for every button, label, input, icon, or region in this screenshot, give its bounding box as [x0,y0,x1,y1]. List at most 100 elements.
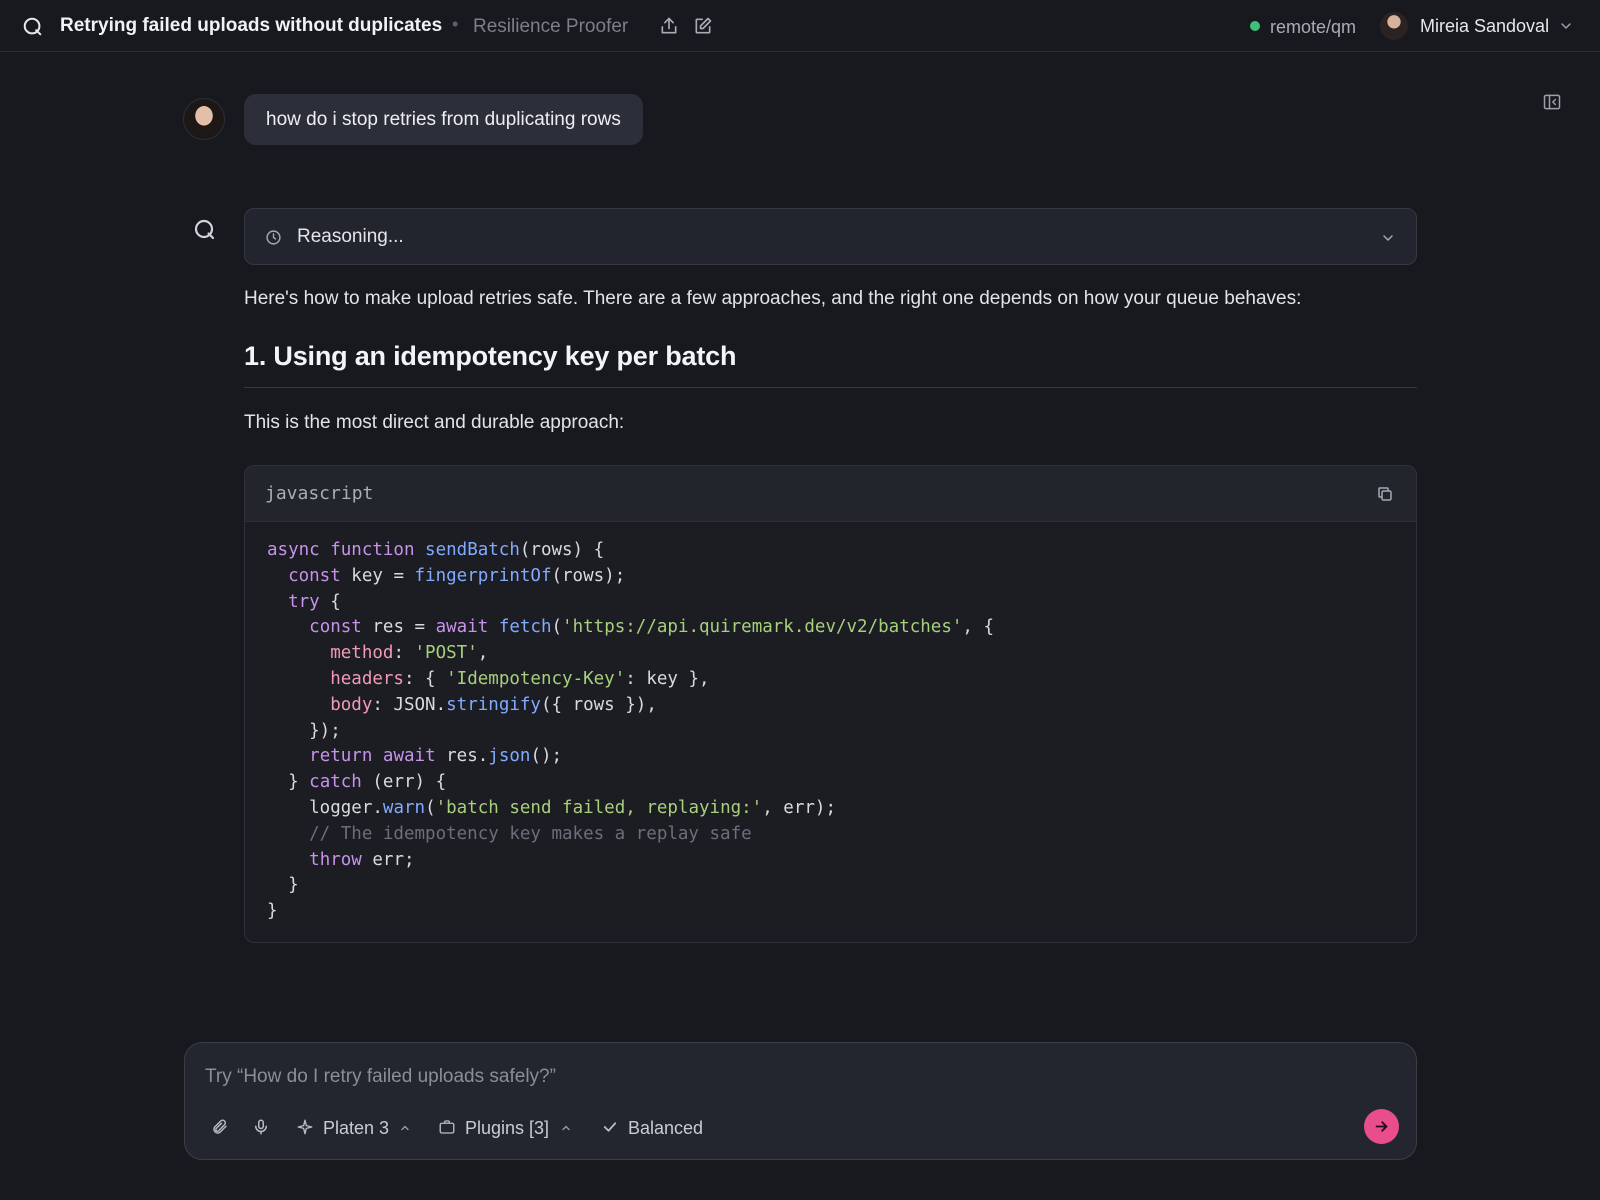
clock-icon [265,229,282,246]
user-avatar [183,98,225,140]
edit-icon[interactable] [693,16,713,36]
code-token: 'POST' [414,643,478,664]
code-token: { [330,591,341,612]
code-line: const res = await fetch('https://api.qui… [267,615,1406,641]
composer: Platen 3 Plugins [3] Balanced [184,1042,1417,1160]
code-token: function [330,540,426,560]
code-line: method: 'POST', [267,641,1406,667]
arrow-right-icon [1375,1121,1388,1132]
plugins-selector[interactable]: Plugins [3] [438,1116,578,1140]
code-token: async [267,540,331,560]
code-token: await [435,617,499,638]
code-token: } [267,772,310,793]
copy-icon[interactable] [1376,485,1394,503]
assistant-intro-text: Here's how to make upload retries safe. … [244,288,1302,309]
code-token: , [477,643,489,664]
code-token: 'Idempotency-Key' [446,668,626,689]
heading-divider [244,387,1417,388]
code-token: }); [267,720,341,741]
code-token: (rows); [551,565,626,586]
code-line: } catch (err) { [267,770,1406,796]
code-token: stringify [446,694,541,715]
code-line: const key = fingerprintOf(rows); [267,564,1406,590]
code-token: logger. [267,797,383,818]
paperclip-icon[interactable] [211,1116,231,1140]
chevron-down-icon [1558,18,1574,34]
code-token: sendBatch [425,540,520,560]
code-token: : { [403,668,447,689]
code-line: headers: { 'Idempotency-Key': key }, [267,667,1406,693]
reasoning-label: Reasoning... [297,226,404,247]
code-line: } [267,873,1406,899]
mode-selector[interactable]: Balanced [601,1116,711,1140]
code-token: err; [372,849,415,870]
chevron-up-icon [401,1125,409,1131]
conversation-title: Retrying failed uploads without duplicat… [60,15,443,36]
code-token: body [330,694,373,715]
share-icon[interactable] [659,16,679,36]
code-token: json [488,746,531,767]
project-name[interactable]: Resilience Proofer [473,16,628,38]
code-header: javascript [245,466,1416,522]
code-line: try { [267,590,1406,616]
code-token: throw [309,849,373,870]
remote-label: remote/qm [1270,17,1357,37]
code-line: throw err; [267,848,1406,874]
code-token: : [393,643,415,664]
user-name: Mireia Sandoval [1420,16,1550,36]
message-input[interactable] [205,1063,1305,1091]
code-token: (); [530,746,563,767]
code-token: return [309,746,383,767]
code-token: , err); [762,797,836,818]
code-line: async function sendBatch(rows) { [267,538,1406,564]
code-token: (rows) { [519,540,605,560]
code-line: }); [267,719,1406,745]
mode-label: Balanced [628,1118,704,1138]
model-selector[interactable]: Platen 3 [296,1116,416,1140]
reasoning-toggle[interactable]: Reasoning... [244,208,1417,265]
code-token: , { [962,617,995,638]
code-token: method [330,643,394,664]
top-bar: Retrying failed uploads without duplicat… [0,0,1600,52]
chevron-down-icon [1380,230,1396,246]
code-line: // The idempotency key makes a replay sa… [267,822,1406,848]
user-message: how do i stop retries from duplicating r… [244,94,643,145]
connection-status-dot [1250,21,1260,31]
code-language-label: javascript [265,483,374,504]
code-token: ({ rows }), [540,694,657,715]
section-paragraph: This is the most direct and durable appr… [244,412,625,433]
briefcase-icon [439,1120,455,1134]
code-token: res = [372,617,436,638]
code-token: headers [330,668,404,689]
code-token: const [309,617,373,638]
user-menu[interactable]: Mireia Sandoval [1380,12,1580,42]
code-token: const [288,565,352,586]
model-label: Platen 3 [323,1118,390,1138]
code-token: fetch [498,617,552,638]
code-token: } [267,901,278,922]
avatar [1380,12,1408,40]
code-token: warn [382,797,426,818]
title-separator: • [452,14,459,34]
code-token: 'batch send failed, replaying:' [435,797,763,818]
send-button[interactable] [1364,1109,1399,1144]
microphone-icon[interactable] [252,1116,272,1140]
code-line: } [267,899,1406,925]
assistant-logo-icon [193,218,217,242]
q-logo-icon[interactable] [22,16,44,38]
section-heading: 1. Using an idempotency key per batch [244,341,737,371]
code-token: catch [309,772,373,793]
panel-toggle-icon[interactable] [1542,92,1562,112]
code-block: javascript async function sendBatch(rows… [244,465,1417,943]
code-content[interactable]: async function sendBatch(rows) { const k… [267,538,1406,925]
code-token: res. [446,746,489,767]
code-token: try [288,591,331,612]
code-token: ( [425,797,436,818]
